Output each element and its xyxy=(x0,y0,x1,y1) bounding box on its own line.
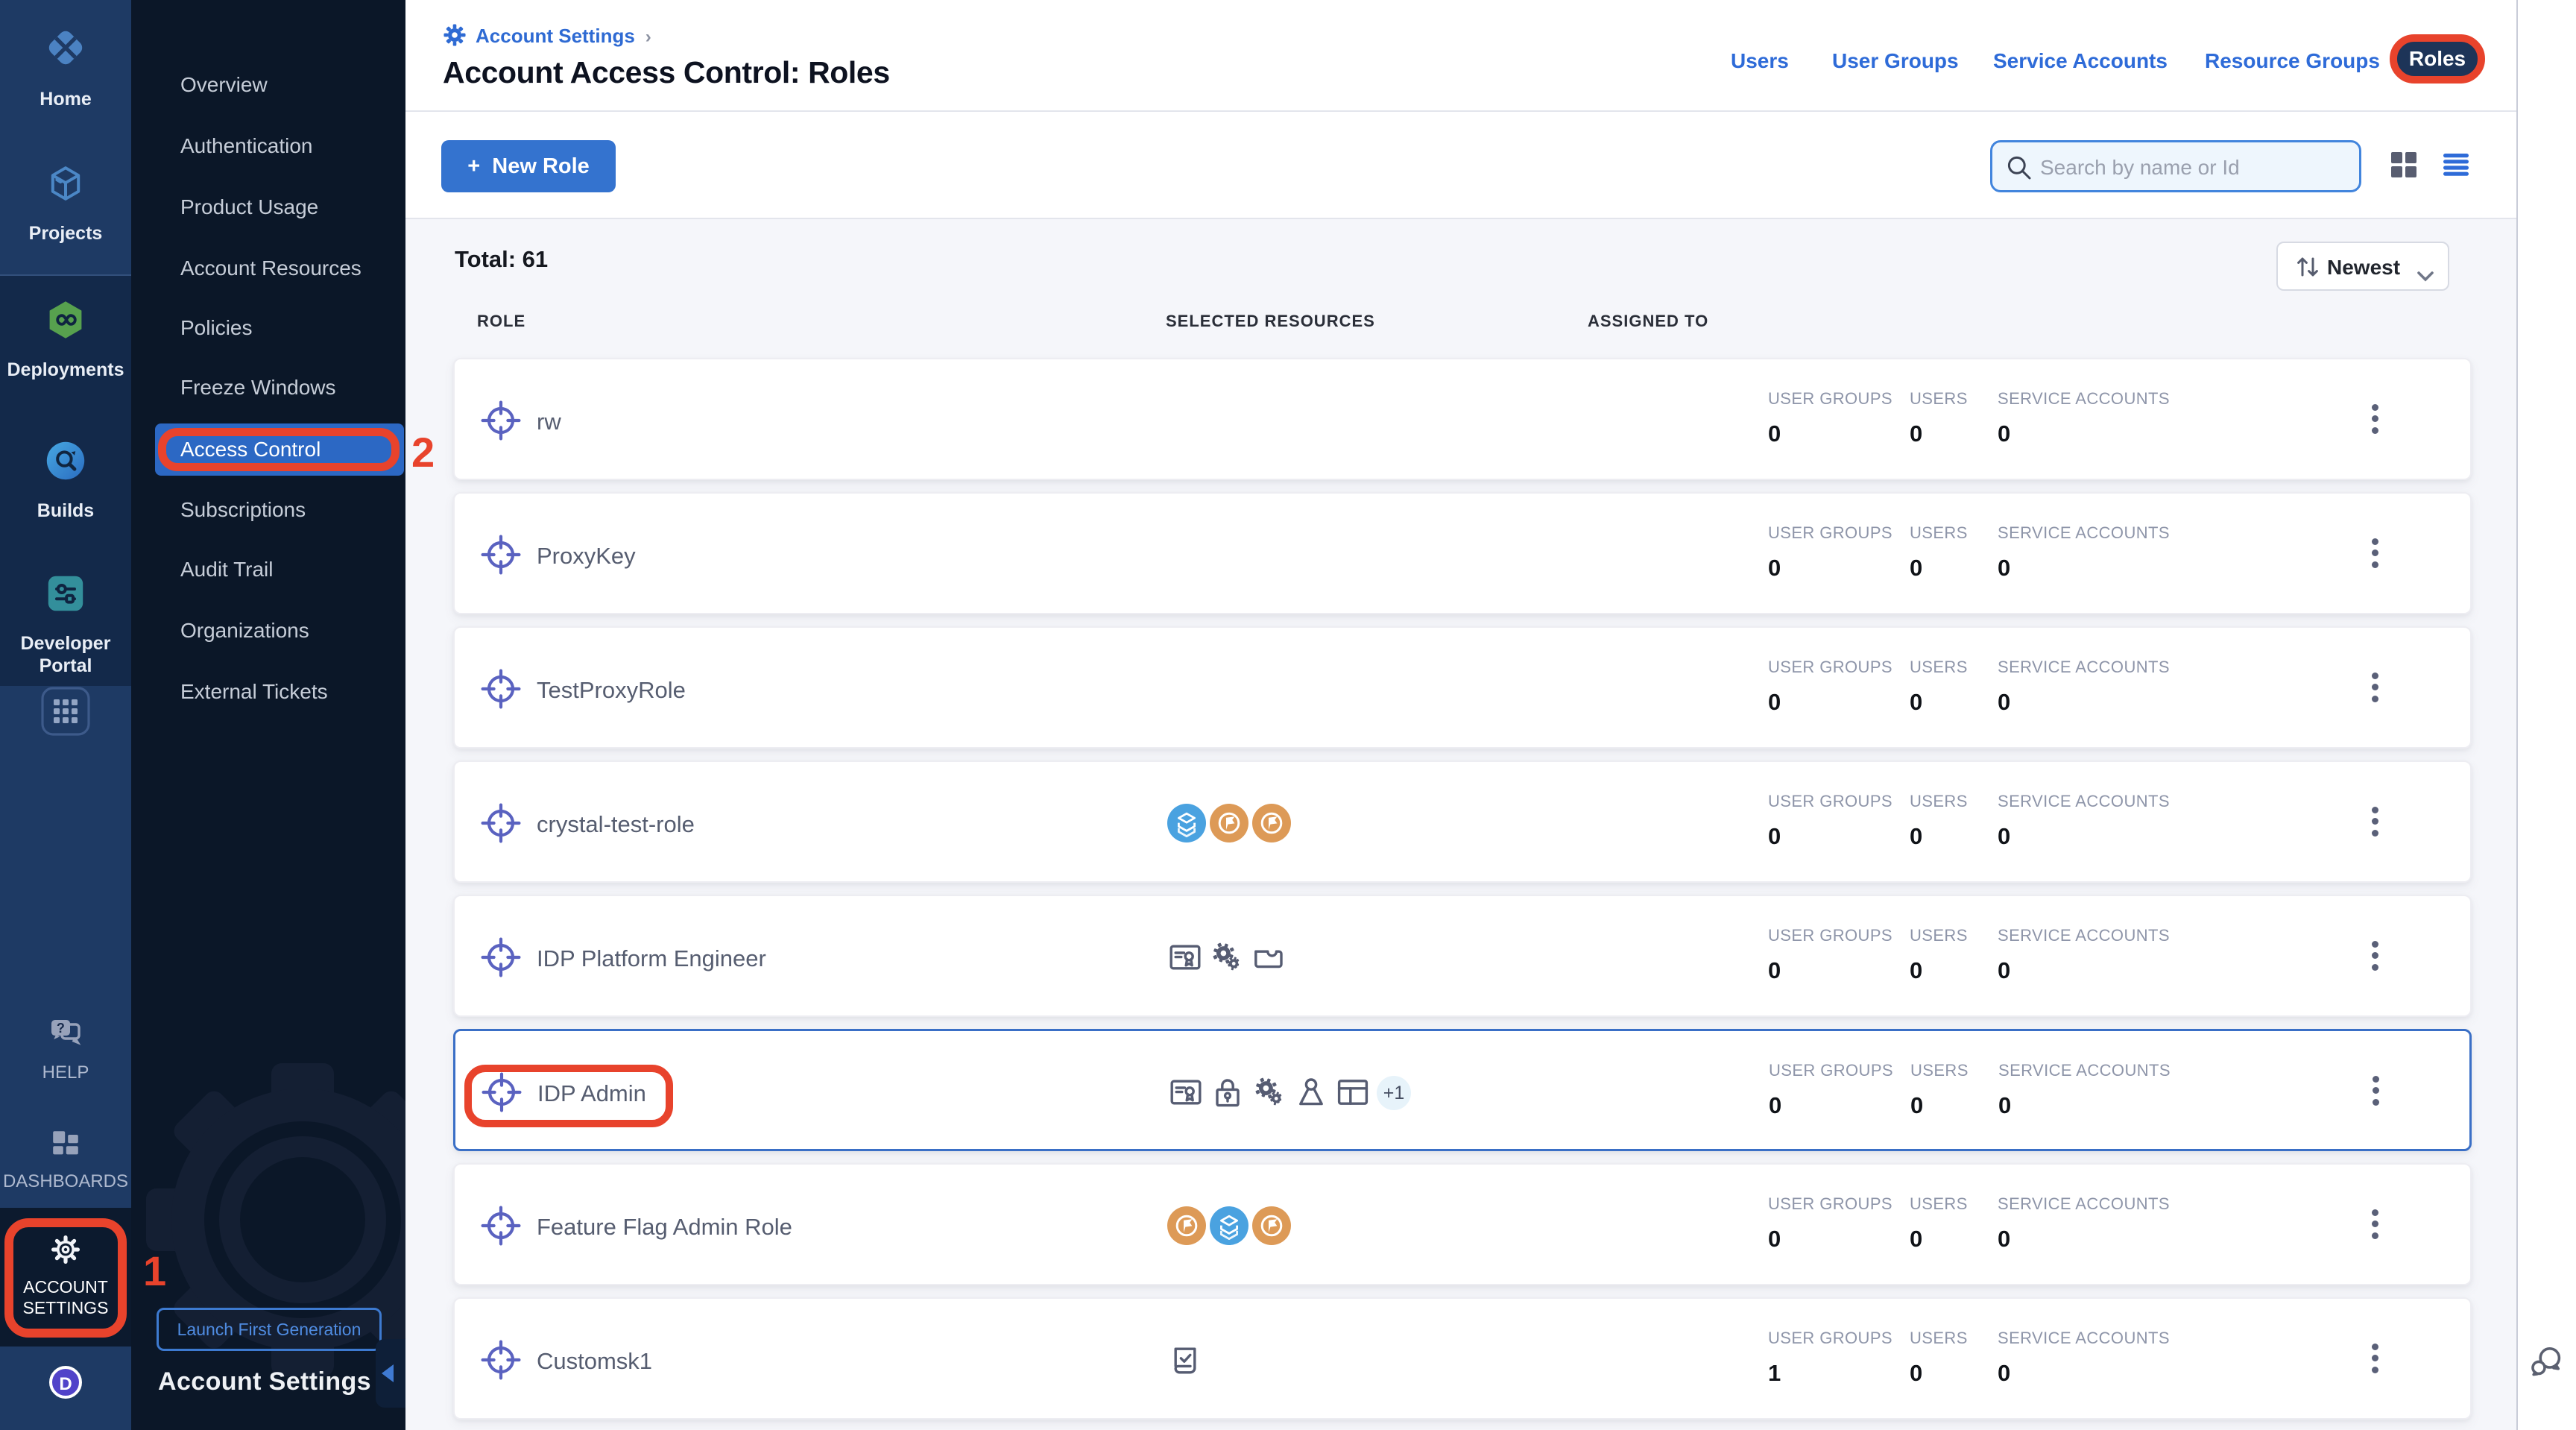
svg-text:?: ? xyxy=(57,1021,65,1036)
